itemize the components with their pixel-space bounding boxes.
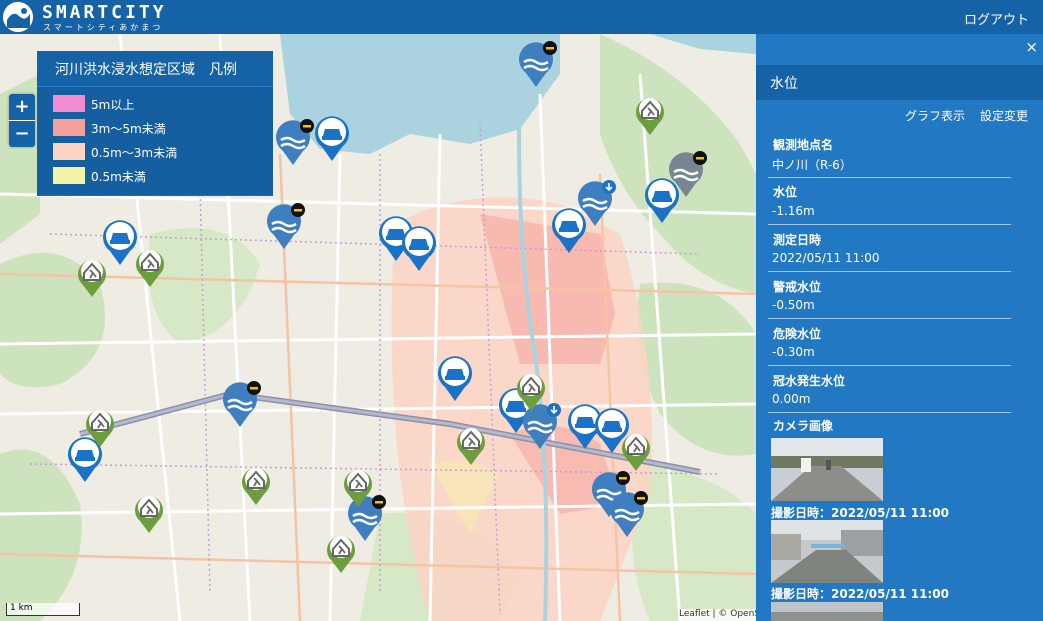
water-level-marker[interactable]: [609, 490, 649, 538]
camera-image[interactable]: [771, 520, 883, 583]
danger-level-label: 危険水位: [773, 327, 822, 341]
measured-at-label: 測定日時: [773, 233, 822, 247]
warning-level-label: 警戒水位: [773, 280, 822, 294]
graph-button[interactable]: グラフ表示: [905, 107, 965, 124]
measured-at-value: 2022/05/11 11:00: [772, 251, 880, 265]
zoom-in-button[interactable]: +: [9, 94, 35, 121]
map-attribution[interactable]: Leaflet | © OpenStreetMap: [679, 609, 756, 621]
map-scale: 1 km: [6, 603, 80, 616]
shelter-marker[interactable]: [133, 492, 165, 534]
camera-image[interactable]: [771, 438, 883, 501]
scale-label: 1 km: [10, 603, 33, 613]
divider: [768, 365, 1011, 366]
warning-level-value: -0.50m: [772, 298, 815, 312]
legend-label: 0.5m未満: [91, 170, 146, 184]
shelter-marker[interactable]: [515, 370, 547, 412]
city-logo-icon: [3, 2, 33, 32]
shelter-marker[interactable]: [76, 256, 108, 298]
camera-image[interactable]: [771, 602, 883, 621]
water-level-marker[interactable]: [266, 202, 306, 250]
map-view[interactable]: + − 河川洪水浸水想定区域 凡例 5m以上 3m〜5m未満 0.5m〜3m未満…: [0, 34, 756, 621]
water-level-marker[interactable]: [577, 179, 617, 227]
legend-swatch: [53, 143, 85, 160]
station-name-value: 中ノ川（R-6）: [772, 158, 852, 172]
zoom-control: + −: [9, 94, 35, 147]
shelter-marker[interactable]: [134, 246, 166, 288]
shelter-marker[interactable]: [620, 430, 652, 472]
station-name-label: 観測地点名: [773, 138, 834, 152]
camera-section-label: カメラ画像: [773, 419, 834, 433]
panel-title: 水位: [770, 76, 798, 92]
water-level-label: 水位: [773, 185, 798, 199]
divider: [768, 412, 1011, 413]
divider: [768, 224, 1011, 225]
water-level-value: -1.16m: [772, 204, 815, 218]
water-level-marker[interactable]: [275, 118, 315, 166]
water-level-marker[interactable]: [222, 380, 262, 428]
water-level-panel: × 水位 グラフ表示 設定変更 観測地点名 中ノ川（R-6） 水位 -1.16m…: [756, 34, 1043, 621]
danger-level-value: -0.30m: [772, 345, 815, 359]
zoom-out-button[interactable]: −: [9, 121, 35, 147]
legend-swatch: [53, 119, 85, 136]
camera-caption: 撮影日時：2022/05/11 11:00: [771, 587, 949, 601]
app-subtitle: スマートシティあかまつ: [43, 23, 164, 32]
close-icon[interactable]: ×: [1025, 38, 1038, 56]
road-camera-marker[interactable]: [400, 224, 438, 272]
road-camera-marker[interactable]: [313, 114, 351, 162]
shelter-marker[interactable]: [240, 464, 272, 506]
app-header: SMARTCITY スマートシティあかまつ ログアウト: [0, 0, 1043, 34]
shelter-marker[interactable]: [455, 424, 487, 466]
legend-swatch: [53, 95, 85, 112]
shelter-marker[interactable]: [634, 94, 666, 136]
road-camera-marker[interactable]: [436, 354, 474, 402]
legend-swatch: [53, 167, 85, 184]
logout-button[interactable]: ログアウト: [964, 9, 1029, 28]
legend-body: 5m以上 3m〜5m未満 0.5m〜3m未満 0.5m未満: [37, 86, 273, 196]
legend-label: 5m以上: [91, 98, 135, 112]
app-title: SMARTCITY: [42, 2, 167, 23]
settings-button[interactable]: 設定変更: [980, 107, 1028, 124]
legend-label: 0.5m〜3m未満: [91, 146, 178, 160]
panel-header: 水位: [756, 65, 1043, 100]
divider: [768, 318, 1011, 319]
water-level-marker[interactable]: [518, 40, 558, 88]
divider: [768, 177, 1011, 178]
flood-level-value: 0.00m: [772, 392, 811, 406]
legend-label: 3m〜5m未満: [91, 122, 166, 136]
flood-legend: 河川洪水浸水想定区域 凡例 5m以上 3m〜5m未満 0.5m〜3m未満 0.5…: [37, 51, 273, 196]
flood-level-label: 冠水発生水位: [773, 374, 846, 388]
shelter-marker[interactable]: [342, 466, 374, 508]
shelter-marker[interactable]: [325, 532, 357, 574]
water-level-marker[interactable]: [668, 150, 708, 198]
legend-title: 河川洪水浸水想定区域 凡例: [55, 62, 237, 78]
camera-caption: 撮影日時：2022/05/11 11:00: [771, 506, 949, 520]
divider: [768, 271, 1011, 272]
shelter-marker[interactable]: [84, 406, 116, 448]
